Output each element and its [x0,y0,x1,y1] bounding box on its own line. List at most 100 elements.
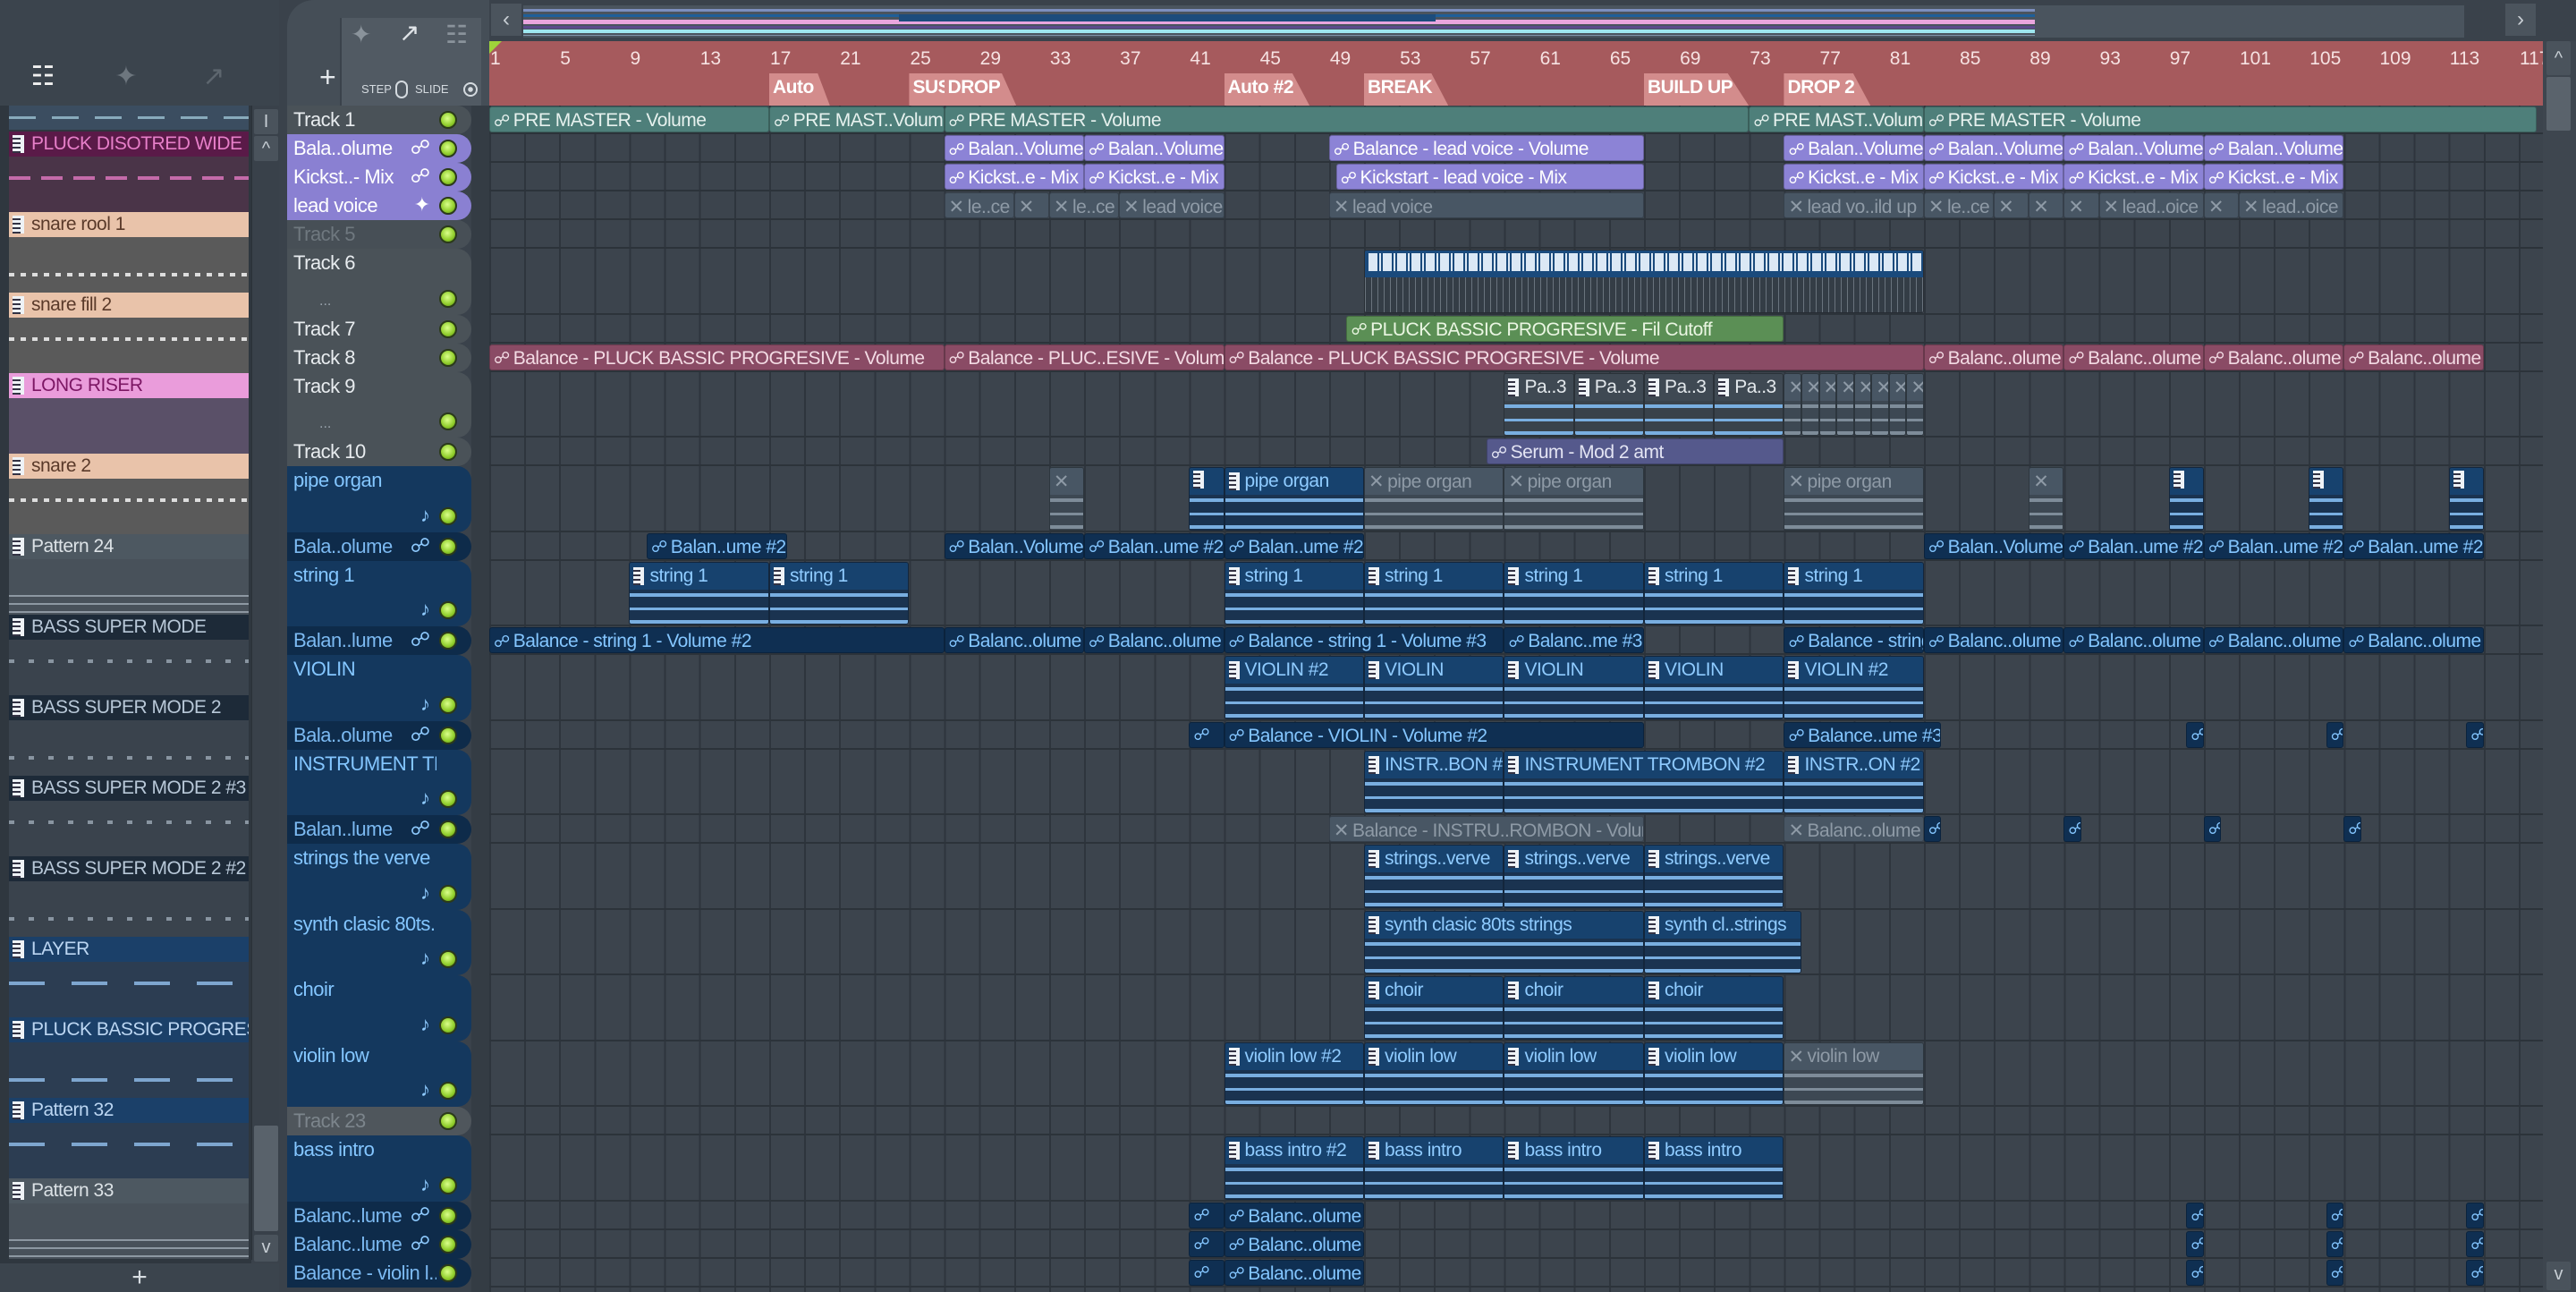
muted-audio-clip[interactable]: ✕ le..ce [944,192,1014,218]
song-overview[interactable]: ‹ › [489,0,2576,41]
pattern-clip[interactable]: violin low [1364,1041,1504,1105]
track-name[interactable]: strings the verve [293,846,436,870]
pattern-item[interactable]: BASS SUPER MODE 2 [9,695,249,776]
add-track-button[interactable]: + [319,61,336,94]
pattern-header[interactable]: PLUCK DISOTRED WIDE [9,132,249,157]
track-header[interactable]: choir ♪ [287,975,471,1041]
picker-add-button[interactable]: + [0,1263,279,1292]
track-header[interactable]: Bala..olume ☍ [287,531,471,561]
pattern-header[interactable]: BASS SUPER MODE [9,615,249,640]
pattern-item[interactable]: BASS SUPER MODE 2 #2 [9,856,249,937]
pattern-header[interactable]: Pattern 32 [9,1098,249,1123]
track-header[interactable]: Track 9... [287,371,471,438]
track-header[interactable]: Bala..olume ☍ [287,720,471,750]
scroll-up-icon[interactable]: ^ [2546,41,2571,75]
muted-pattern-clip[interactable]: ✕ [1818,372,1837,436]
auto-clip[interactable]: ☍ PRE MAST..Volume [1749,106,1924,132]
timeline-ruler[interactable]: 1 5 9 13 17 21 25 29 33 37 41 45 49 53 57 61 65 69 73 77 81 8… [489,41,2543,106]
auto-clip[interactable]: ☍ Balanc..olume [1923,344,2064,370]
pattern-clip[interactable]: choir [1364,976,1504,1040]
track-header[interactable]: Track 23 [287,1107,471,1135]
auto-clip[interactable]: ☍ Balan..Volume [1923,532,2064,559]
track-header[interactable]: Balance - violin l.. [287,1258,471,1288]
pattern-clip[interactable]: Pa..3 [1714,372,1784,436]
auto-clip[interactable]: ☍ [1189,1230,1224,1257]
pattern-clip[interactable] [2309,467,2344,531]
track-name[interactable]: Balance - violin l.. [293,1262,436,1285]
track-name[interactable]: Track 1 [293,108,436,132]
muted-pattern-clip[interactable]: ✕ violin low [1784,1041,1924,1105]
muted-pattern-clip[interactable]: ✕ [1836,372,1854,436]
pattern-clip[interactable]: string 1 [1504,561,1644,625]
pattern-item[interactable]: snare fill 2 [9,293,249,373]
pattern-header[interactable]: PLUCK BASSIC PROGRESIVE [9,1017,249,1042]
muted-pattern-clip[interactable]: ✕ [1853,372,1872,436]
track-mute-led[interactable] [439,1112,457,1130]
track-header[interactable]: INSTRUMENT TRO.. ♪ [287,749,471,815]
muted-audio-clip[interactable]: ✕ lead voice [1328,192,1644,218]
track-name[interactable]: violin low [293,1044,436,1067]
muted-audio-clip[interactable]: ✕ lead..oice [2239,192,2344,218]
pattern-clip[interactable]: synth cl..strings [1643,910,1801,973]
pattern-clip[interactable]: violin low #2 [1224,1041,1364,1105]
pattern-clip[interactable]: INSTRUMENT TROMBON #2 [1504,750,1784,813]
track-mute-led[interactable] [439,412,457,430]
track-mute-led[interactable] [439,111,457,129]
auto-clip[interactable]: ☍ Kickst..e - Mix [2063,164,2204,190]
pattern-item[interactable]: PLUCK DISOTRED WIDE [9,132,249,212]
picker-scroll-thumb[interactable] [254,1126,278,1231]
scroll-right-icon[interactable]: › [2505,4,2536,36]
pattern-clip[interactable] [2448,467,2484,531]
pattern-item[interactable]: BASS SUPER MODE 2 #3 [9,776,249,856]
track-mute-led[interactable] [439,225,457,243]
pattern-clip[interactable]: Pa..3 [1643,372,1715,436]
auto-clip[interactable]: ☍ [2466,1259,2484,1286]
pattern-clip[interactable]: choir [1643,976,1784,1040]
auto-clip[interactable]: ☍ Kickst..e - Mix [1784,164,1924,190]
pattern-clip[interactable] [1189,467,1224,531]
pattern-item[interactable]: snare 2 [9,454,249,534]
timeline-marker[interactable]: Auto #2 [1224,73,1310,106]
pattern-clip[interactable]: bass intro #2 [1224,1136,1364,1200]
track-mute-led[interactable] [439,790,457,808]
pattern-item[interactable]: LONG RISER [9,373,249,454]
track-mute-led[interactable] [439,1082,457,1100]
pattern-item[interactable]: BASS SUPER MODE [9,615,249,695]
track-mute-led[interactable] [439,168,457,186]
timeline-marker[interactable]: BREAK [1364,73,1449,106]
track-name[interactable]: Track 6 [293,251,436,275]
track-header[interactable]: Balan..lume ☍ [287,815,471,844]
auto-clip[interactable]: ☍ [2466,1202,2484,1228]
timeline-marker[interactable]: Auto [768,73,830,106]
track-name[interactable]: bass intro [293,1138,436,1161]
auto-clip[interactable]: ☍ Balanc..olume [1084,627,1224,653]
scroll-down-icon[interactable]: v [254,1235,278,1262]
auto-clip[interactable]: ☍ Balan..ume #2 [647,532,787,559]
pattern-item[interactable]: Pattern 32 [9,1098,249,1178]
auto-clip[interactable]: ☍ [1189,1259,1224,1286]
auto-clip[interactable]: ☍ [2326,721,2344,748]
muted-auto-clip[interactable]: ✕ Balanc..olume [1784,816,1924,842]
track-header[interactable]: Kickst..- Mix ☍ [287,163,471,191]
pattern-clip-icon[interactable]: ☷ [445,20,468,49]
track-name[interactable]: Track 9 [293,375,436,398]
auto-clip[interactable]: ☍ Balan..ume #2 [1084,532,1224,559]
piano-roll-icon[interactable]: ☷ [21,61,65,92]
auto-clip[interactable]: ☍ Balan..ume #2 [2203,532,2344,559]
muted-pattern-clip[interactable]: ✕ [1048,467,1085,531]
muted-pattern-clip[interactable]: ✕ pipe organ [1784,467,1924,531]
track-header[interactable]: pipe organ ♪ [287,466,471,532]
auto-clip[interactable]: ☍ Kickst..e - Mix [944,164,1085,190]
auto-clip[interactable]: ☍ Balanc..olume [1923,627,2064,653]
pattern-header[interactable]: snare 2 [9,454,249,479]
playlist-vertical-scrollbar[interactable]: ^ v [2543,41,2576,1292]
pattern-clip[interactable]: string 1 [1364,561,1504,625]
track-header[interactable]: bass intro ♪ [287,1135,471,1202]
timeline-marker[interactable]: DROP 2 [1784,73,1871,106]
pattern-clip[interactable]: bass intro [1364,1136,1504,1200]
auto-clip[interactable]: ☍ Balanc..olume [2203,627,2344,653]
track-name[interactable]: Track 10 [293,440,436,463]
auto-clip[interactable]: ☍ Balan..Volume [1784,135,1924,161]
pattern-header[interactable]: snare fill 2 [9,293,249,318]
track-mute-led[interactable] [439,140,457,157]
